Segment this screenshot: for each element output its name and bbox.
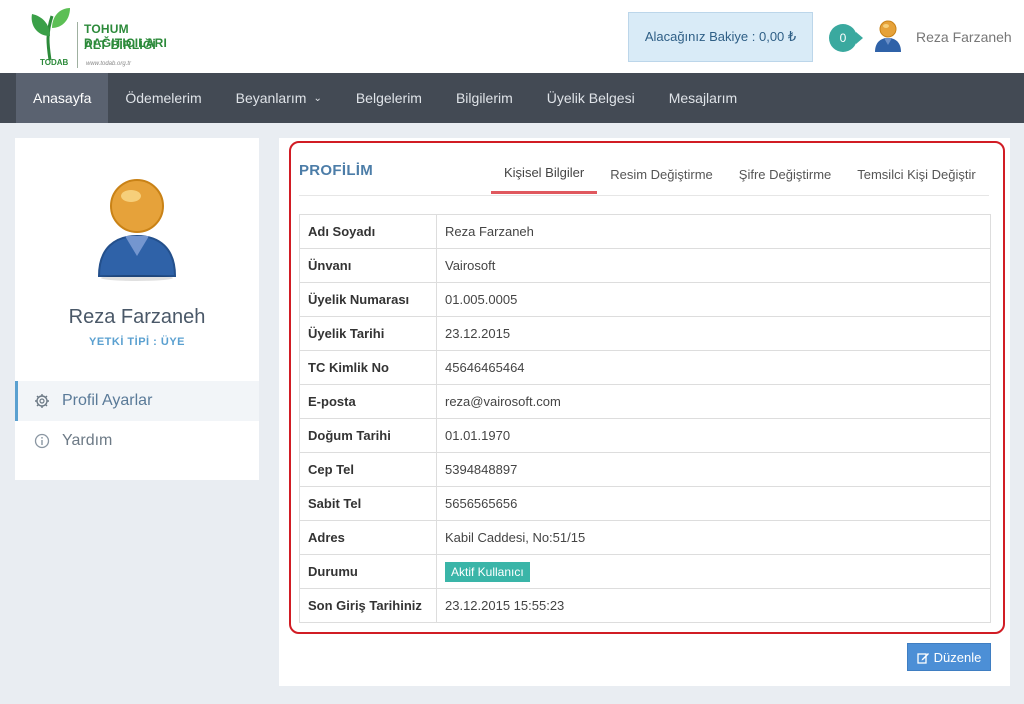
table-row: Son Giriş Tarihiniz 23.12.2015 15:55:23 — [299, 588, 991, 623]
row-value: reza@vairosoft.com — [436, 384, 991, 419]
row-key: Durumu — [299, 554, 437, 589]
nav-label: Bilgilerim — [455, 90, 513, 106]
nav-label: Beyanlarım — [235, 90, 307, 106]
row-key: Ünvanı — [299, 248, 437, 283]
nav-item-beyanlarim[interactable]: Beyanlarım ⌄ — [219, 73, 339, 123]
row-value: 45646465464 — [436, 350, 991, 385]
table-row: Üyelik Tarihi 23.12.2015 — [299, 316, 991, 351]
nav-label: Mesajlarım — [668, 90, 738, 106]
sidebar-role: YETKİ TİPİ : ÜYE — [88, 336, 185, 348]
row-key: Adı Soyadı — [299, 214, 437, 249]
row-key: Cep Tel — [299, 452, 437, 487]
header-user-name[interactable]: Reza Farzaneh — [916, 29, 1012, 45]
table-row: Üyelik Numarası 01.005.0005 — [299, 282, 991, 317]
chevron-down-icon: ⌄ — [313, 92, 322, 104]
nav-label: Belgelerim — [355, 90, 422, 106]
sidebar-item-yardim[interactable]: Yardım — [15, 421, 259, 461]
table-row: Ünvanı Vairosoft — [299, 248, 991, 283]
nav-item-bilgilerim[interactable]: Bilgilerim — [439, 73, 530, 123]
tab-sifre-degistirme[interactable]: Şifre Değiştirme — [726, 154, 844, 194]
profile-tabs: Kişisel Bilgiler Resim Değiştirme Şifre … — [491, 154, 989, 194]
table-row: Durumu Aktif Kullanıcı — [299, 554, 991, 589]
row-key: Üyelik Tarihi — [299, 316, 437, 351]
nav-item-uyelik-belgesi[interactable]: Üyelik Belgesi — [530, 73, 652, 123]
edit-button-label: Düzenle — [933, 649, 982, 665]
profile-avatar-icon — [97, 179, 177, 281]
row-value: Aktif Kullanıcı — [436, 554, 991, 589]
tab-divider — [299, 195, 989, 196]
tab-temsilci-kisi-degistir[interactable]: Temsilci Kişi Değiştir — [844, 154, 988, 194]
nav-label: Ödemelerim — [125, 90, 202, 106]
row-key: Sabit Tel — [299, 486, 437, 521]
edit-icon — [916, 651, 930, 664]
nav-item-anasayfa[interactable]: Anasayfa — [16, 73, 109, 123]
logo-separator — [77, 22, 78, 68]
row-value: Vairosoft — [436, 248, 991, 283]
row-key: Doğum Tarihi — [299, 418, 437, 453]
edit-button[interactable]: Düzenle — [907, 643, 991, 671]
row-value: 5394848897 — [436, 452, 991, 487]
balance-box: Alacağınız Bakiye : 0,00 ₺ — [628, 12, 813, 62]
row-value: 01.01.1970 — [436, 418, 991, 453]
row-key: Üyelik Numarası — [299, 282, 437, 317]
row-value: 23.12.2015 15:55:23 — [436, 588, 991, 623]
logo-url: www.todab.org.tr — [86, 61, 132, 67]
table-row: Adı Soyadı Reza Farzaneh — [299, 214, 991, 249]
leaf-logo-icon — [31, 8, 70, 61]
profile-sidebar: Reza Farzaneh YETKİ TİPİ : ÜYE Profil Ay… — [15, 138, 259, 480]
row-key: Son Giriş Tarihiniz — [299, 588, 437, 623]
table-row: Doğum Tarihi 01.01.1970 — [299, 418, 991, 453]
nav-item-belgelerim[interactable]: Belgelerim — [339, 73, 439, 123]
sidebar-item-profil-ayarlar[interactable]: Profil Ayarlar — [15, 381, 259, 421]
row-value: 5656565656 — [436, 486, 991, 521]
table-row: Cep Tel 5394848897 — [299, 452, 991, 487]
logo-line-2: ALT BİRLİĞİ — [84, 38, 156, 52]
profile-panel: PROFİLİM Kişisel Bilgiler Resim Değiştir… — [279, 138, 1010, 686]
nav-label: Üyelik Belgesi — [546, 90, 635, 106]
logo-short: TODAB — [40, 58, 69, 67]
nav-item-odemelerim[interactable]: Ödemelerim — [108, 73, 218, 123]
page-title: PROFİLİM — [299, 162, 374, 179]
todab-logo[interactable]: TOHUM DAĞITICILARI ALT BİRLİĞİ TODAB www… — [28, 6, 208, 70]
row-key: E-posta — [299, 384, 437, 419]
table-row: Adres Kabil Caddesi, No:51/15 — [299, 520, 991, 555]
row-value: 23.12.2015 — [436, 316, 991, 351]
main-nav: Anasayfa Ödemelerim Beyanlarım ⌄ Belgeler… — [0, 73, 1024, 123]
sidebar-user-name: Reza Farzaneh — [68, 306, 206, 328]
tab-resim-degistirme[interactable]: Resim Değiştirme — [597, 154, 726, 194]
table-row: TC Kimlik No 45646465464 — [299, 350, 991, 385]
row-key: Adres — [299, 520, 437, 555]
top-header: TOHUM DAĞITICILARI ALT BİRLİĞİ TODAB www… — [0, 0, 1024, 73]
tab-kisisel-bilgiler[interactable]: Kişisel Bilgiler — [491, 154, 598, 194]
table-row: Sabit Tel 5656565656 — [299, 486, 991, 521]
row-value: Kabil Caddesi, No:51/15 — [436, 520, 991, 555]
notification-badge[interactable]: 0 — [829, 24, 863, 52]
row-key: TC Kimlik No — [299, 350, 437, 385]
profile-info-table: Adı Soyadı Reza Farzaneh Ünvanı Vairosoft … — [299, 214, 991, 623]
row-value: Reza Farzaneh — [436, 214, 991, 249]
status-badge: Aktif Kullanıcı — [445, 561, 530, 582]
sidebar-item-label: Yardım — [62, 432, 113, 449]
row-value: 01.005.0005 — [436, 282, 991, 317]
info-icon — [33, 432, 51, 450]
nav-item-mesajlarim[interactable]: Mesajlarım — [652, 73, 754, 123]
user-avatar-icon[interactable] — [873, 18, 903, 54]
sidebar-item-label: Profil Ayarlar — [62, 392, 153, 409]
nav-label: Anasayfa — [33, 90, 92, 106]
gear-icon — [33, 392, 51, 410]
table-row: E-posta reza@vairosoft.com — [299, 384, 991, 419]
